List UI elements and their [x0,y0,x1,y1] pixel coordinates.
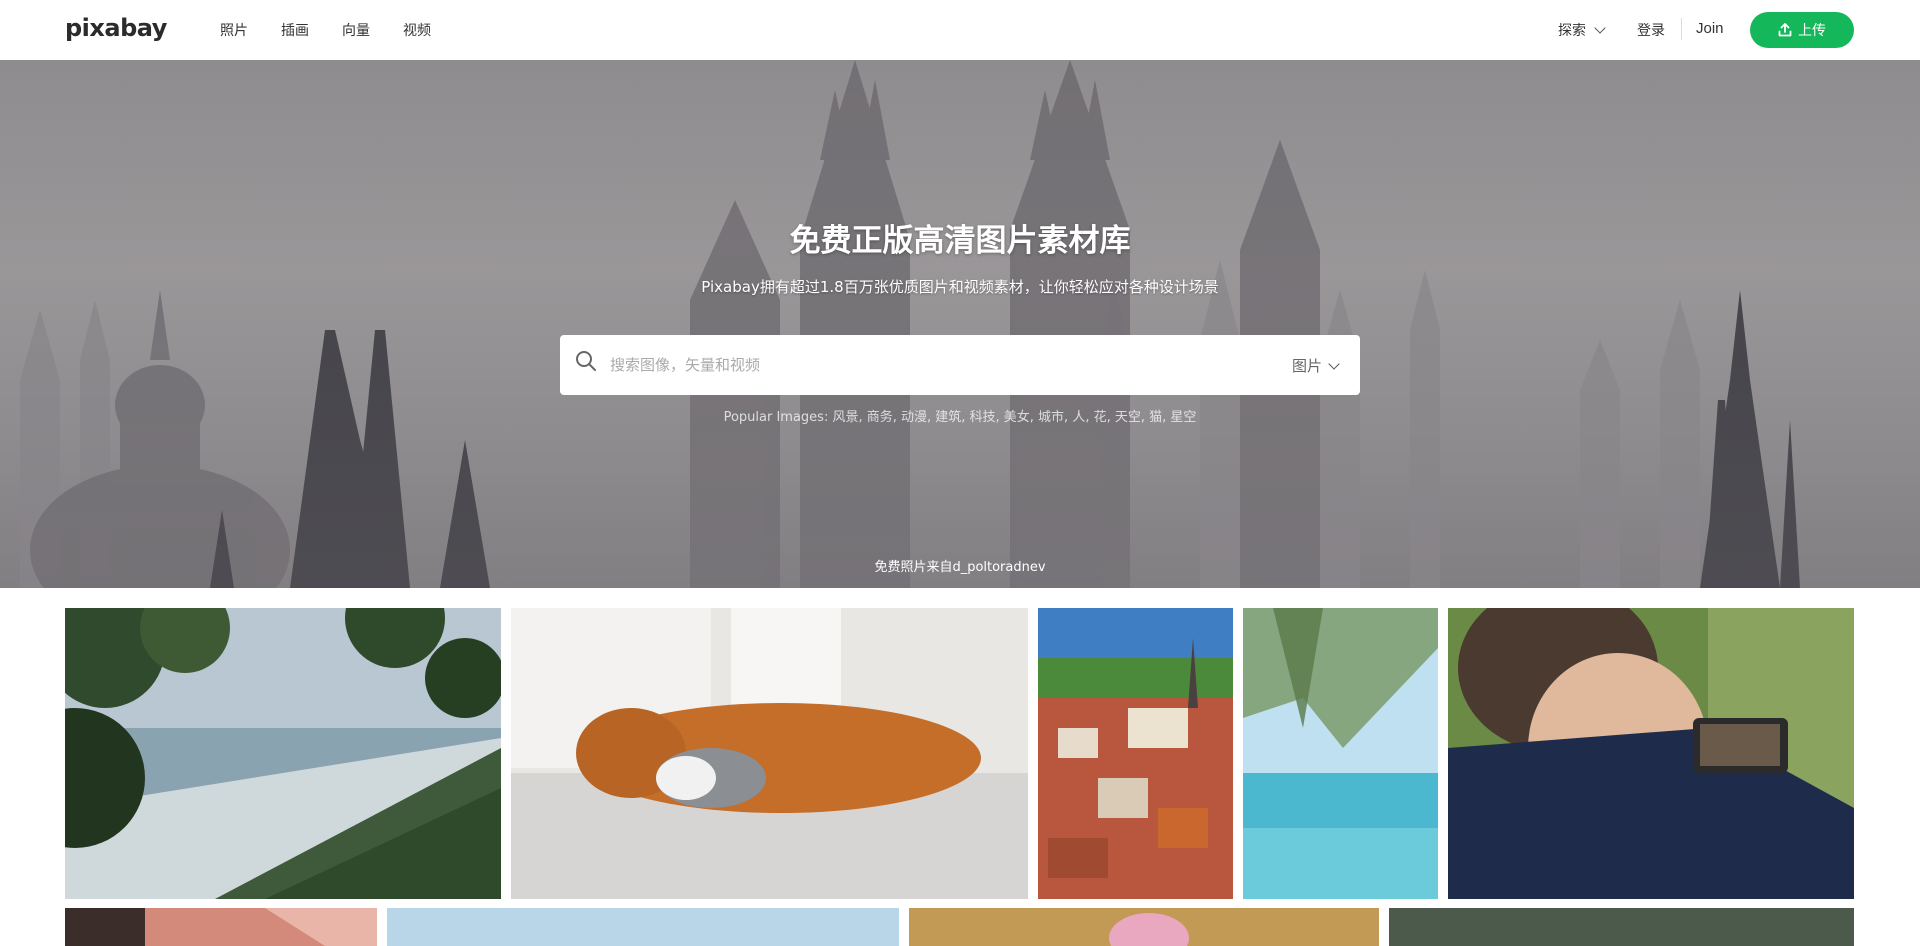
login-link[interactable]: 登录 [1637,20,1665,40]
image-grid [0,588,1920,946]
hero-title: 免费正版高清图片素材库 [789,223,1131,259]
pixabay-logo[interactable]: pixabay [65,14,167,42]
hero-background-image [0,60,1920,588]
image-tile[interactable] [511,608,1028,899]
nav-item-photos[interactable]: 照片 [220,20,248,40]
explore-label: 探索 [1558,23,1586,39]
chevron-down-icon [1594,22,1606,34]
image-tile[interactable] [909,908,1379,946]
search-type-label: 图片 [1292,357,1323,375]
search-icon[interactable] [574,349,598,377]
image-tile[interactable] [1038,608,1233,899]
upload-label: 上传 [1798,23,1826,39]
hero-banner: 免费正版高清图片素材库 Pixabay拥有超过1.8百万张优质图片和视频素材，让… [0,60,1920,588]
image-tile[interactable] [1448,608,1854,899]
hero-subtitle: Pixabay拥有超过1.8百万张优质图片和视频素材，让你轻松应对各种设计场景 [701,278,1219,296]
popular-searches[interactable]: Popular Images: 风景, 商务, 动漫, 建筑, 科技, 美女, … [0,406,1920,425]
image-tile[interactable] [1243,608,1438,899]
join-link[interactable]: Join [1696,20,1724,37]
search-input[interactable] [610,352,1210,378]
upload-button[interactable]: 上传 [1750,12,1854,48]
image-tile[interactable] [1389,908,1854,946]
image-tile[interactable] [65,908,377,946]
explore-menu[interactable]: 探索 [1558,20,1606,40]
nav-item-videos[interactable]: 视频 [403,20,431,40]
main-nav: 照片 插画 向量 视频 [220,20,464,40]
image-tile[interactable] [387,908,899,946]
photo-credit[interactable]: 免费照片来自d_poltoradnev [0,556,1920,575]
header-divider [1681,18,1682,40]
nav-item-illustrations[interactable]: 插画 [281,20,309,40]
chevron-down-icon [1328,357,1340,370]
image-tile[interactable] [65,608,501,899]
top-header: pixabay 照片 插画 向量 视频 探索 登录 Join 上传 [0,0,1920,60]
search-bar: 图片 [560,335,1360,395]
upload-icon [1778,23,1792,37]
search-type-dropdown[interactable]: 图片 [1292,355,1340,376]
nav-item-vectors[interactable]: 向量 [342,20,370,40]
